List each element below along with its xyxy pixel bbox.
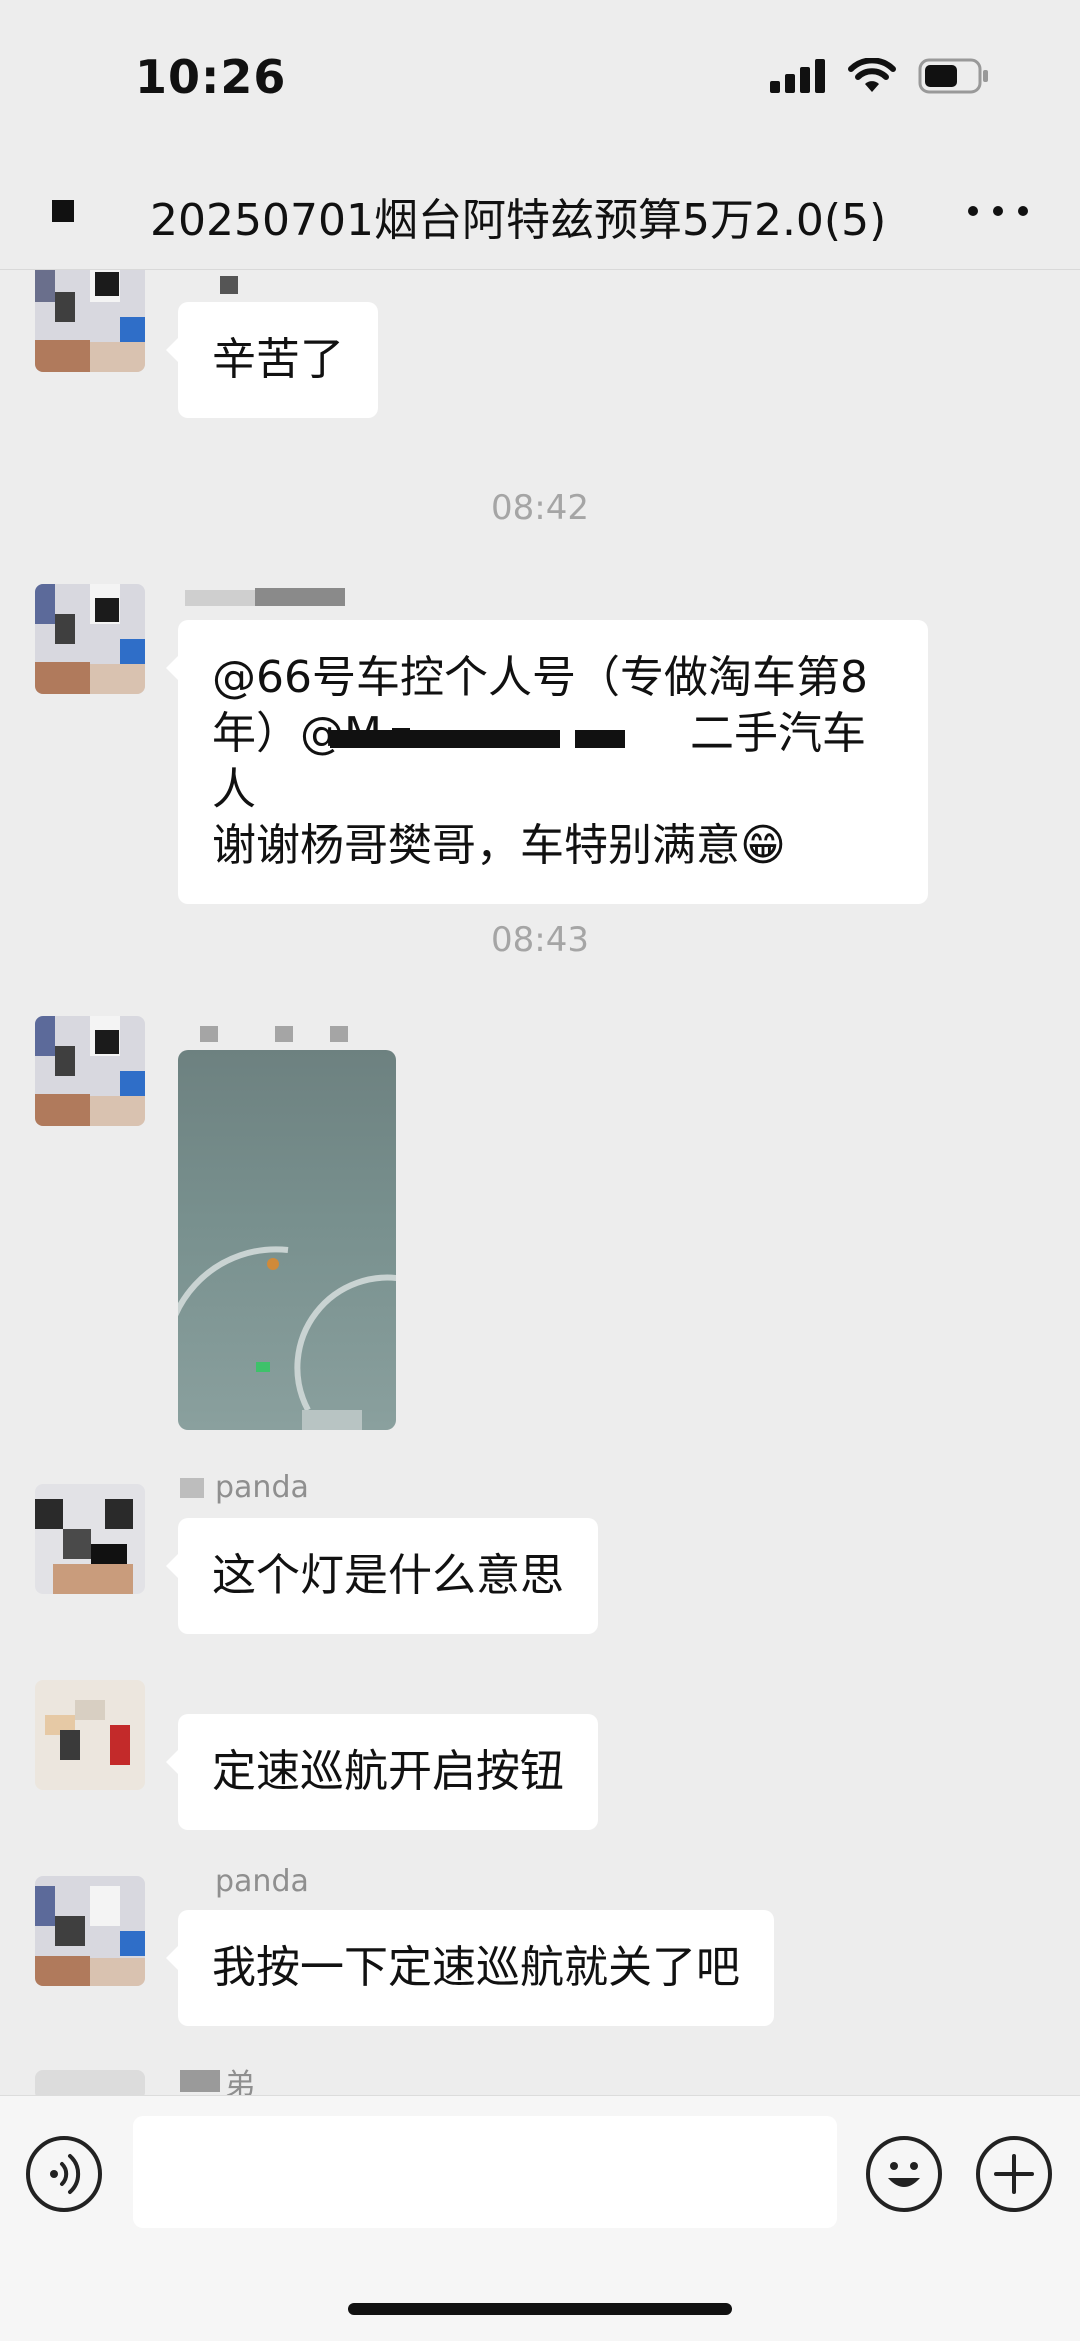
message-line: 谢谢杨哥樊哥，车特别满意😁	[212, 820, 786, 871]
nickname-mosaic	[275, 1026, 293, 1042]
more-dot	[993, 206, 1003, 216]
message-bubble[interactable]: 定速巡航开启按钮	[166, 1714, 598, 1830]
message-line: 年）@M 二手汽车人	[212, 708, 866, 815]
message-text: 我按一下定速巡航就关了吧	[212, 1942, 740, 1993]
avatar[interactable]	[35, 1680, 145, 1790]
chat-header: 20250701烟台阿特兹预算5万2.0(5)	[0, 160, 1080, 270]
more-button[interactable]	[968, 186, 1028, 236]
nickname-mosaic	[330, 1026, 348, 1042]
nickname-mosaic	[220, 276, 238, 294]
avatar-image	[35, 1484, 145, 1594]
emoji-button[interactable]	[866, 2136, 942, 2212]
plus-icon	[994, 2154, 1034, 2194]
avatar-image	[35, 1876, 145, 1986]
timestamp: 08:43	[491, 920, 589, 960]
home-indicator[interactable]	[348, 2303, 732, 2315]
timestamp: 08:42	[491, 488, 589, 528]
avatar[interactable]	[35, 1016, 145, 1126]
message-text: 定速巡航开启按钮	[212, 1746, 564, 1797]
avatar[interactable]	[35, 1484, 145, 1594]
dashboard-photo	[178, 1246, 396, 1430]
message-bubble[interactable]: 辛苦了	[166, 302, 378, 418]
sender-nickname: panda	[215, 1864, 309, 1899]
message-bubble[interactable]: 我按一下定速巡航就关了吧	[166, 1910, 774, 2026]
nickname-mosaic	[180, 1478, 204, 1498]
signal-icon	[770, 59, 825, 93]
message-bubble[interactable]: 这个灯是什么意思	[166, 1518, 598, 1634]
back-button[interactable]	[52, 200, 74, 222]
nickname-mosaic	[200, 1026, 218, 1042]
avatar[interactable]	[35, 270, 145, 372]
nickname-mosaic	[255, 588, 345, 606]
redaction-mark	[330, 730, 560, 748]
message-input[interactable]	[133, 2116, 837, 2228]
avatar-image	[35, 1680, 145, 1790]
sender-nickname: panda	[215, 1470, 309, 1505]
status-bar: 10:26	[0, 0, 1080, 160]
status-icons	[770, 58, 990, 94]
chat-messages[interactable]: 辛苦了 08:42 @66号车控个人号（专做淘车第8 年）@M 二手汽车人 谢谢…	[0, 270, 1080, 2100]
plus-button[interactable]	[976, 2136, 1052, 2212]
message-text: 这个灯是什么意思	[212, 1550, 564, 1601]
sender-nickname: 弟	[225, 2068, 255, 2100]
avatar[interactable]	[35, 1876, 145, 1986]
message-line: @66号车控个人号（专做淘车第8	[212, 652, 868, 703]
nickname-mosaic	[180, 2070, 220, 2092]
chat-title: 20250701烟台阿特兹预算5万2.0(5)	[150, 195, 887, 246]
message-image[interactable]	[178, 1050, 396, 1430]
message-text: 辛苦了	[212, 334, 344, 385]
wifi-icon	[848, 58, 896, 92]
more-dot	[1018, 206, 1028, 216]
avatar-image	[35, 270, 145, 372]
voice-button[interactable]	[26, 2136, 102, 2212]
battery-icon	[918, 58, 988, 94]
avatar[interactable]	[35, 584, 145, 694]
avatar-image	[35, 584, 145, 694]
avatar-image	[35, 1016, 145, 1126]
more-dot	[968, 206, 978, 216]
emoji-icon	[888, 2162, 920, 2187]
message-bubble[interactable]: @66号车控个人号（专做淘车第8 年）@M 二手汽车人 谢谢杨哥樊哥，车特别满意…	[166, 620, 928, 904]
redaction-mark	[575, 730, 625, 748]
voice-icon	[50, 2154, 81, 2194]
status-time: 10:26	[135, 50, 287, 104]
